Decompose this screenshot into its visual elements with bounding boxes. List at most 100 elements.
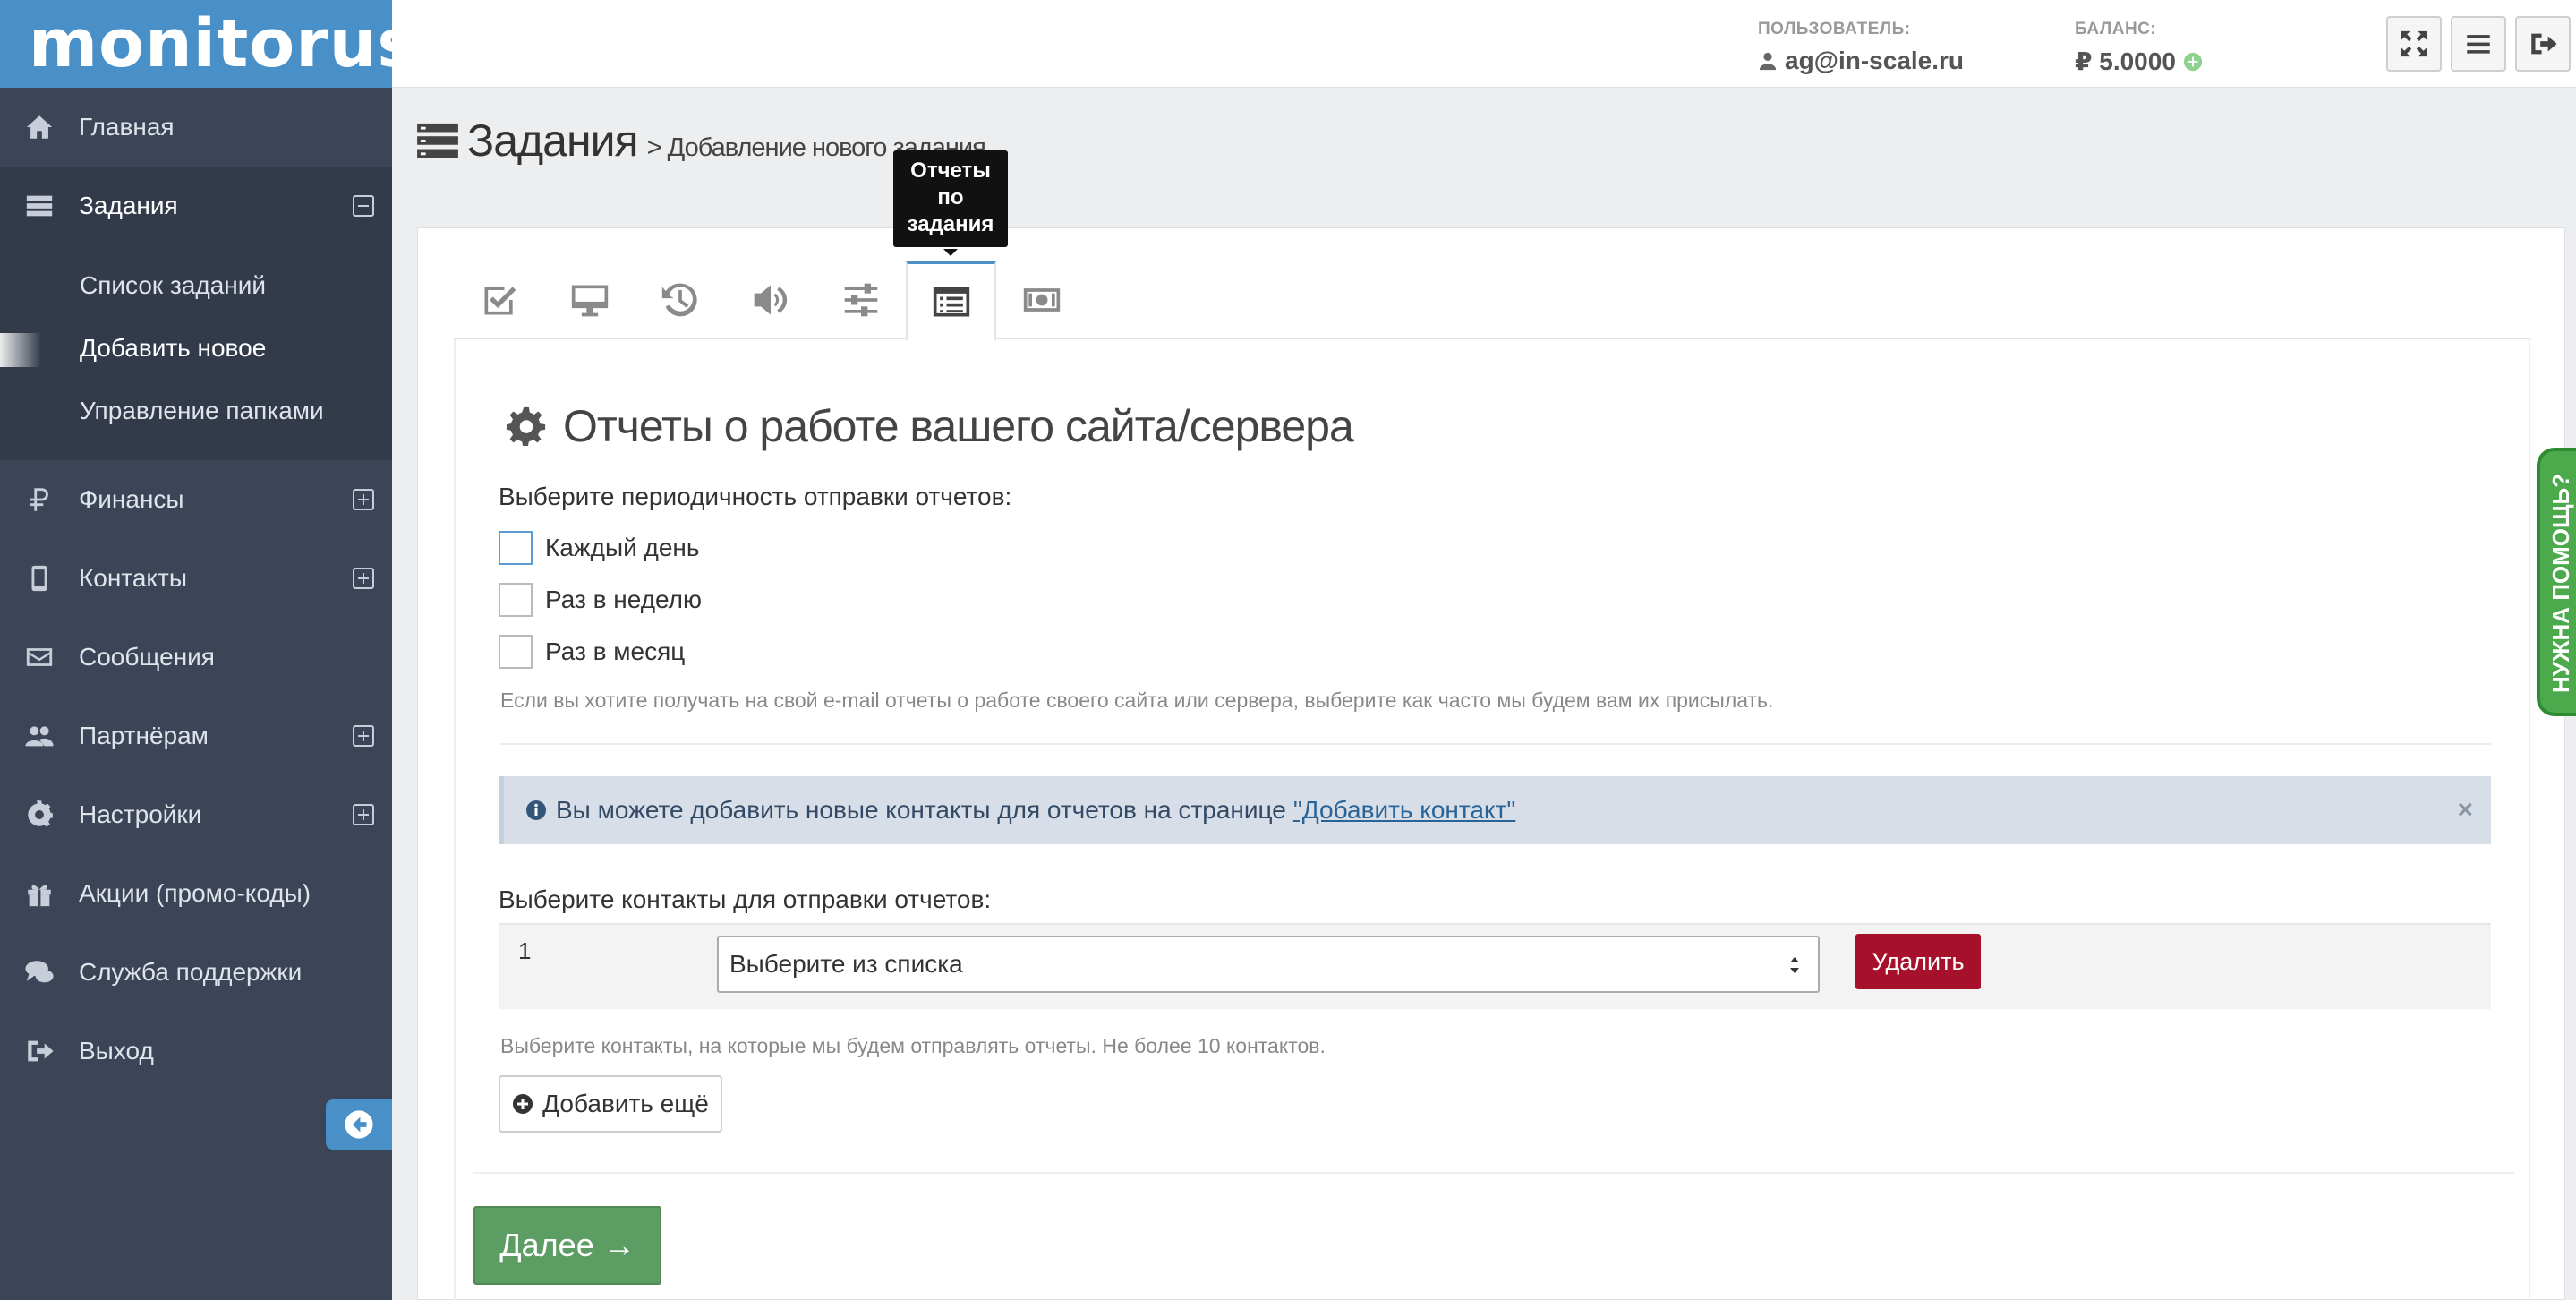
expand-icon[interactable] — [353, 489, 374, 510]
tab-payment[interactable] — [996, 261, 1087, 339]
add-more-label: Добавить ещё — [542, 1090, 709, 1117]
sidebar-item-finance[interactable]: Финансы — [0, 460, 392, 539]
sidebar-item-partners[interactable]: Партнёрам — [0, 697, 392, 775]
sidebar-item-tasks[interactable]: Задания — [0, 167, 392, 245]
tooltip-line: задания — [907, 212, 994, 236]
expand-icon[interactable] — [353, 804, 374, 825]
user-email[interactable]: ag@in-scale.ru — [1758, 47, 1964, 75]
menu-button[interactable] — [2451, 16, 2506, 72]
submenu-item-task-list[interactable]: Список заданий — [0, 254, 392, 317]
option-daily[interactable]: Каждый день — [499, 531, 699, 565]
expand-icon[interactable] — [353, 568, 374, 589]
balance-value: ₽ 5.0000 — [2075, 47, 2203, 76]
top-bar: ПОЛЬЗОВАТЕЛЬ: ag@in-scale.ru БАЛАНС: ₽ 5… — [392, 0, 2576, 88]
signout-icon — [0, 1036, 79, 1066]
info-alert: Вы можете добавить новые контакты для от… — [499, 776, 2491, 844]
brand-name: monitorus — [29, 5, 418, 82]
signout-icon — [2531, 33, 2557, 55]
gear-icon — [0, 800, 79, 830]
sliders-icon — [844, 283, 877, 317]
tasks-submenu: Список заданий Добавить новое Управление… — [0, 245, 392, 460]
tab-monitor[interactable] — [544, 261, 635, 339]
sidebar-item-support[interactable]: Служба поддержки — [0, 933, 392, 1012]
sidebar-item-label: Настройки — [79, 800, 202, 828]
page-title: Задания — [467, 115, 639, 166]
sidebar-item-label: Служба поддержки — [79, 958, 303, 986]
task-form-card: Отчеты о работе вашего сайта/сервера Выб… — [417, 227, 2565, 1300]
contact-select[interactable]: Выберите из списка — [717, 936, 1820, 993]
next-button[interactable]: Далее → — [473, 1206, 661, 1285]
collapse-icon[interactable] — [353, 195, 374, 217]
select-arrows-icon — [1790, 957, 1799, 973]
phone-icon — [0, 563, 79, 594]
user-icon — [1759, 52, 1777, 71]
tasks-icon — [417, 123, 458, 158]
tasks-icon — [0, 191, 79, 221]
desktop-icon — [571, 285, 608, 317]
contact-row: 1 Выберите из списка Удалить — [499, 923, 2491, 1009]
tab-tooltip: Отчеты по задания — [893, 150, 1008, 256]
sidebar-item-label: Сообщения — [79, 643, 215, 671]
gift-icon — [0, 878, 79, 909]
add-more-button[interactable]: Добавить ещё — [499, 1075, 722, 1133]
logout-button[interactable] — [2515, 16, 2571, 72]
home-icon — [0, 112, 79, 142]
checkbox-monthly[interactable] — [499, 635, 533, 669]
volume-icon — [754, 285, 787, 315]
tab-check[interactable] — [454, 261, 544, 339]
sidebar-item-label: Главная — [79, 113, 175, 141]
expand-icon[interactable] — [353, 725, 374, 747]
submenu-item-add-new[interactable]: Добавить новое — [0, 317, 392, 380]
ruble-icon — [0, 484, 79, 515]
checkbox-icon — [484, 287, 516, 315]
tab-settings[interactable] — [815, 261, 906, 339]
period-hint: Если вы хотите получать на свой e-mail о… — [500, 688, 1774, 712]
sidebar-item-label: Финансы — [79, 485, 184, 513]
chat-icon — [0, 957, 79, 988]
close-icon[interactable]: × — [2457, 795, 2473, 825]
tab-reports[interactable] — [906, 261, 996, 341]
option-label: Раз в месяц — [545, 637, 686, 665]
tab-sound[interactable] — [725, 261, 815, 339]
info-icon — [526, 800, 546, 820]
sidebar-item-label: Контакты — [79, 564, 187, 592]
sidebar-item-contacts[interactable]: Контакты — [0, 539, 392, 618]
option-weekly[interactable]: Раз в неделю — [499, 583, 702, 617]
option-monthly[interactable]: Раз в месяц — [499, 635, 685, 669]
logo[interactable]: monitorus — [0, 0, 416, 88]
money-icon — [1023, 288, 1060, 312]
wizard-tabs — [454, 261, 2530, 341]
option-label: Раз в неделю — [545, 586, 703, 613]
alert-text: Вы можете добавить новые контакты для от… — [556, 796, 1286, 824]
checkbox-daily[interactable] — [499, 531, 533, 565]
tab-history[interactable] — [635, 261, 725, 339]
help-tab-label: НУЖНА ПОМОЩЬ? — [2547, 473, 2574, 693]
submenu-item-folders[interactable]: Управление папками — [0, 380, 392, 442]
contacts-hint: Выберите контакты, на которые мы будем о… — [500, 1034, 1326, 1057]
add-contact-link[interactable]: "Добавить контакт" — [1293, 796, 1515, 825]
add-funds-icon[interactable] — [2183, 52, 2203, 72]
sidebar-item-label: Акции (промо-коды) — [79, 879, 311, 907]
user-email-text: ag@in-scale.ru — [1785, 47, 1965, 74]
fullscreen-button[interactable] — [2386, 16, 2442, 72]
user-caption: ПОЛЬЗОВАТЕЛЬ: — [1758, 20, 1911, 38]
sidebar-item-label: Партнёрам — [79, 722, 209, 749]
sidebar-item-promo[interactable]: Акции (промо-коды) — [0, 854, 392, 933]
collapse-sidebar-button[interactable] — [326, 1099, 392, 1150]
delete-button[interactable]: Удалить — [1855, 934, 1981, 989]
select-value: Выберите из списка — [729, 950, 963, 978]
sidebar-item-home[interactable]: Главная — [0, 88, 392, 167]
sidebar-item-logout[interactable]: Выход — [0, 1012, 392, 1090]
sidebar-item-label: Выход — [79, 1037, 154, 1065]
envelope-icon — [0, 642, 79, 672]
fullscreen-icon — [2401, 30, 2427, 57]
sidebar-item-messages[interactable]: Сообщения — [0, 618, 392, 697]
reports-panel: Отчеты о работе вашего сайта/сервера Выб… — [454, 339, 2530, 1300]
divider — [473, 1172, 2514, 1174]
sidebar-item-settings[interactable]: Настройки — [0, 775, 392, 854]
contacts-label: Выберите контакты для отправки отчетов: — [499, 885, 992, 913]
checkbox-weekly[interactable] — [499, 583, 533, 617]
help-tab[interactable]: НУЖНА ПОМОЩЬ? — [2537, 448, 2576, 716]
period-label: Выберите периодичность отправки отчетов: — [499, 483, 1012, 510]
history-icon — [661, 283, 697, 317]
